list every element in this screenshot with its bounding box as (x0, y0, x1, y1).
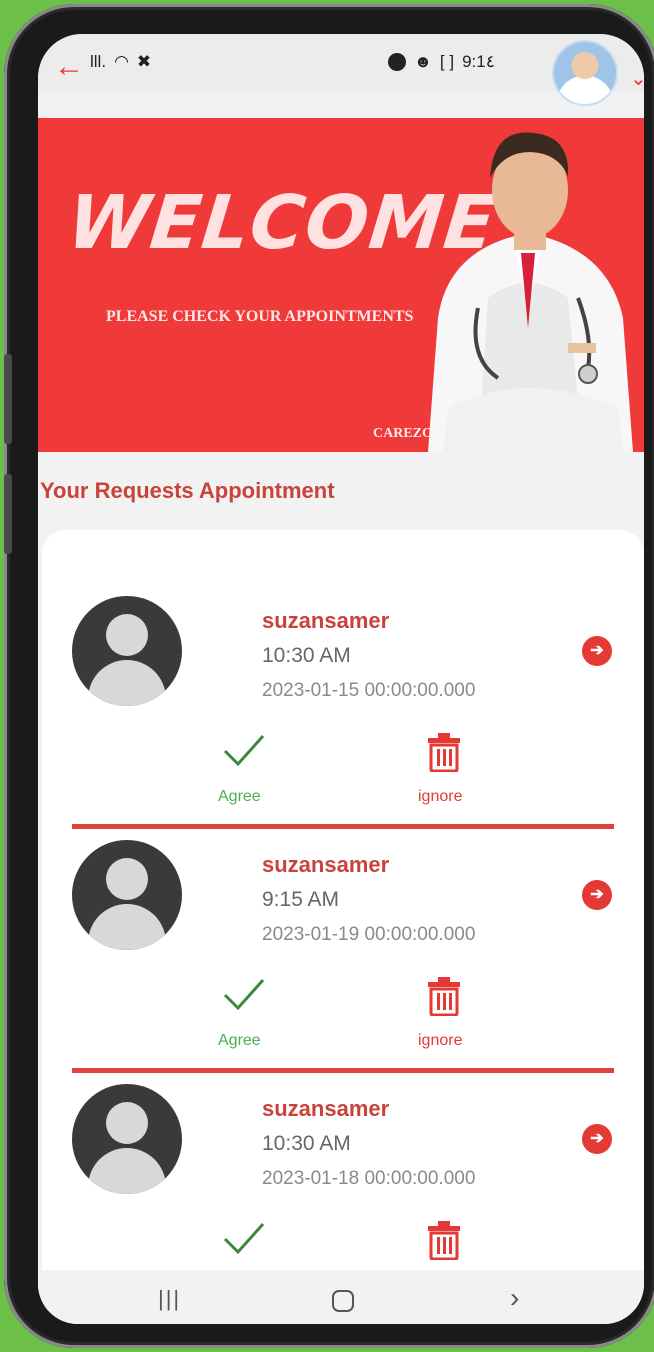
recents-icon[interactable]: ||| (158, 1286, 181, 1312)
section-title: Your Requests Appointment (40, 478, 335, 503)
banner-subtitle: PLEASE CHECK YOUR APPOINTMENTS (106, 308, 414, 325)
call-icon (388, 53, 406, 71)
appointment-date: 2023-01-19 00:00:00.000 (262, 924, 476, 945)
status-bar: ← lll. ◠ ✖ ☻ [ ] 9:1٤ ⌄ (38, 34, 644, 106)
power-button (4, 474, 12, 554)
details-arrow-icon[interactable]: ➔ (582, 880, 612, 910)
welcome-banner: WELCOME PLEASE CHECK YOUR APPOINTMENTS C… (38, 118, 644, 452)
agree-button[interactable]: Agree (218, 788, 261, 806)
system-nav-bar: ||| › (38, 1270, 644, 1324)
list-item: suzansamer 10:30 AM 2023-01-18 00:00:00.… (42, 1078, 644, 1270)
back-icon[interactable]: › (510, 1282, 519, 1314)
phone-frame: ← lll. ◠ ✖ ☻ [ ] 9:1٤ ⌄ WELCOME PLEASE C… (4, 4, 654, 1348)
ignore-trash-icon[interactable] (426, 732, 462, 772)
appointment-date: 2023-01-18 00:00:00.000 (262, 1168, 476, 1189)
appointment-time: 10:30 AM (262, 644, 351, 667)
doctor-image (428, 132, 633, 452)
agree-check-icon[interactable] (222, 974, 266, 1014)
home-icon[interactable] (332, 1290, 354, 1312)
screen-icon: [ ] (439, 52, 455, 71)
list-divider (72, 1068, 614, 1073)
user-status-icon: ☻ (414, 52, 432, 71)
wifi-icon: ◠ (114, 52, 129, 71)
appointment-date: 2023-01-15 00:00:00.000 (262, 680, 476, 701)
appointment-time: 10:30 AM (262, 1132, 351, 1155)
ignore-button[interactable]: ignore (418, 788, 462, 806)
appointments-list: suzansamer 10:30 AM 2023-01-15 00:00:00.… (42, 530, 644, 1270)
agree-check-icon[interactable] (222, 1218, 266, 1258)
agree-button[interactable]: Agree (218, 1032, 261, 1050)
details-arrow-icon[interactable]: ➔ (582, 1124, 612, 1154)
profile-avatar[interactable] (552, 40, 618, 106)
list-item: suzansamer 9:15 AM 2023-01-19 00:00:00.0… (42, 834, 644, 1074)
details-arrow-icon[interactable]: ➔ (582, 636, 612, 666)
avatar (72, 1084, 182, 1194)
patient-name: suzansamer (262, 608, 390, 633)
patient-name: suzansamer (262, 852, 390, 877)
avatar (72, 840, 182, 950)
status-icons-right: ☻ [ ] 9:1٤ (388, 52, 495, 72)
status-icons-left: lll. ◠ ✖ (60, 52, 151, 72)
ignore-button[interactable]: ignore (418, 1032, 462, 1050)
mute-icon: ✖ (136, 52, 152, 71)
clock-time: 9:1٤ (462, 52, 495, 71)
ignore-trash-icon[interactable] (426, 976, 462, 1016)
list-item: suzansamer 10:30 AM 2023-01-15 00:00:00.… (42, 590, 644, 830)
list-divider (72, 824, 614, 829)
ignore-trash-icon[interactable] (426, 1220, 462, 1260)
avatar (72, 596, 182, 706)
volume-button (4, 354, 12, 444)
appointment-time: 9:15 AM (262, 888, 340, 911)
agree-check-icon[interactable] (222, 730, 266, 770)
signal-icon: lll. (90, 52, 107, 71)
patient-name: suzansamer (262, 1096, 390, 1121)
app-screen: ← lll. ◠ ✖ ☻ [ ] 9:1٤ ⌄ WELCOME PLEASE C… (38, 34, 644, 1324)
menu-icon[interactable]: ⌄ (630, 66, 644, 91)
